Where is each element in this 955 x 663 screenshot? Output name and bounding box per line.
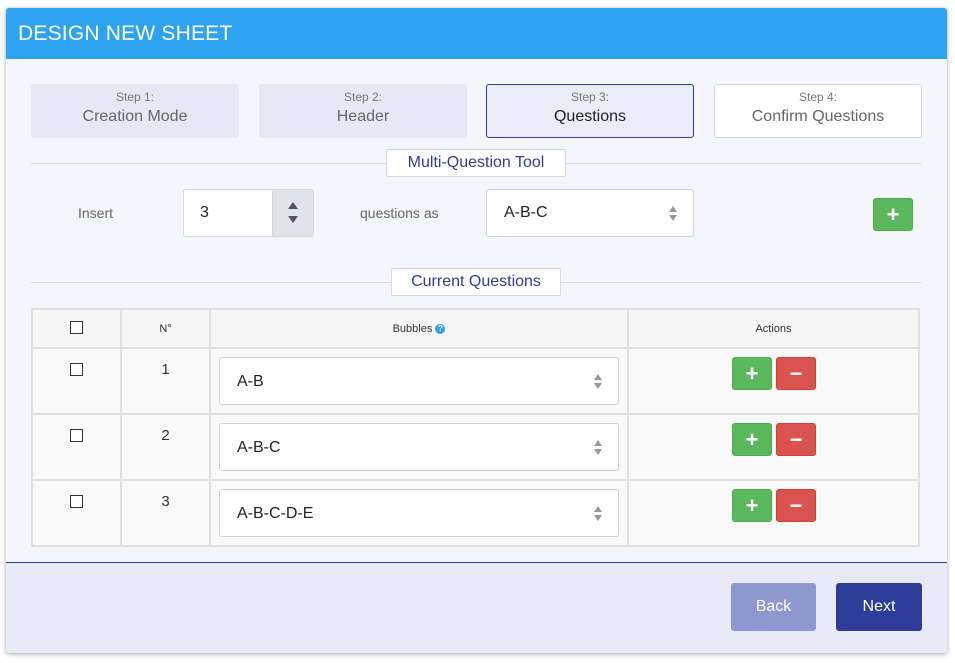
row-number-cell: 3 — [120, 479, 211, 547]
row-bubbles-cell: A-B-C — [209, 413, 629, 481]
minus-icon: − — [789, 426, 803, 452]
remove-row-button[interactable]: − — [776, 357, 816, 390]
row-number-cell: 2 — [120, 413, 211, 481]
questions-table: N° Bubbles ? Actions 1 A-B + − 2 A-B-C +… — [31, 308, 920, 547]
bubbles-header: Bubbles ? — [209, 308, 629, 349]
table-row: 3 A-B-C-D-E + − — [31, 479, 920, 547]
back-button[interactable]: Back — [731, 583, 816, 631]
add-questions-button[interactable]: + — [873, 198, 913, 231]
select-arrows-icon — [594, 440, 604, 456]
row-actions-cell: + − — [627, 479, 920, 547]
row-number: 1 — [161, 361, 170, 378]
modal-footer: Back Next — [6, 562, 947, 653]
wizard-steps: Step 1: Creation Mode Step 2: Header Ste… — [31, 84, 922, 138]
row-bubbles-select[interactable]: A-B-C-D-E — [219, 489, 619, 537]
step-number: Step 3: — [570, 90, 610, 104]
row-checkbox-cell — [31, 479, 122, 547]
spin-down-icon[interactable] — [288, 216, 298, 223]
select-arrows-icon — [669, 206, 679, 222]
actions-header: Actions — [627, 308, 920, 349]
add-row-button[interactable]: + — [732, 357, 772, 390]
bubbles-header-label: Bubbles — [392, 322, 433, 335]
row-number-cell: 1 — [120, 347, 211, 415]
row-bubbles-value: A-B — [237, 373, 264, 390]
table-row: 2 A-B-C + − — [31, 413, 920, 481]
insert-label: Insert — [78, 205, 114, 221]
select-arrows-icon — [594, 374, 604, 390]
step-label: Confirm Questions — [751, 108, 885, 125]
step-confirm-questions[interactable]: Step 4: Confirm Questions — [714, 84, 922, 138]
row-checkbox[interactable] — [70, 363, 83, 376]
add-row-button[interactable]: + — [732, 423, 772, 456]
row-actions-cell: + − — [627, 347, 920, 415]
modal-title: DESIGN NEW SHEET — [18, 21, 233, 45]
row-checkbox[interactable] — [70, 429, 83, 442]
row-checkbox[interactable] — [70, 495, 83, 508]
number-header: N° — [120, 308, 211, 349]
row-bubbles-cell: A-B-C-D-E — [209, 479, 629, 547]
next-button[interactable]: Next — [836, 583, 922, 631]
step-number: Step 1: — [115, 90, 155, 104]
row-bubbles-select[interactable]: A-B-C — [219, 423, 619, 471]
select-all-checkbox[interactable] — [70, 320, 83, 334]
row-checkbox-cell — [31, 347, 122, 415]
table-row: 1 A-B + − — [31, 347, 920, 415]
help-icon[interactable]: ? — [435, 323, 446, 334]
step-number: Step 2: — [343, 90, 383, 104]
current-questions-title: Current Questions — [391, 268, 561, 296]
row-actions-cell: + − — [627, 413, 920, 481]
step-label: Creation Mode — [82, 108, 188, 125]
quantity-stepper[interactable]: 3 — [183, 189, 314, 237]
select-all-cell — [31, 308, 122, 349]
multi-question-tool-title: Multi-Question Tool — [386, 149, 566, 177]
table-header-row: N° Bubbles ? Actions — [31, 308, 920, 349]
minus-icon: − — [789, 492, 803, 518]
step-questions[interactable]: Step 3: Questions — [486, 84, 694, 138]
row-bubbles-select[interactable]: A-B — [219, 357, 619, 405]
row-bubbles-value: A-B-C-D-E — [237, 505, 314, 522]
bubble-type-value: A-B-C — [504, 204, 548, 221]
add-row-button[interactable]: + — [732, 489, 772, 522]
bubble-type-select[interactable]: A-B-C — [486, 189, 694, 237]
minus-icon: − — [789, 360, 803, 386]
design-sheet-modal: DESIGN NEW SHEET Step 1: Creation Mode S… — [6, 8, 947, 653]
step-label: Questions — [553, 108, 627, 125]
questions-as-label: questions as — [360, 205, 439, 221]
spin-up-icon[interactable] — [288, 202, 298, 209]
step-creation-mode[interactable]: Step 1: Creation Mode — [31, 84, 239, 138]
spinner-buttons[interactable] — [272, 190, 313, 236]
row-bubbles-cell: A-B — [209, 347, 629, 415]
step-number: Step 4: — [798, 90, 838, 104]
plus-icon: + — [745, 360, 759, 386]
plus-icon: + — [745, 492, 759, 518]
remove-row-button[interactable]: − — [776, 489, 816, 522]
remove-row-button[interactable]: − — [776, 423, 816, 456]
select-arrows-icon — [594, 506, 604, 522]
modal-header: DESIGN NEW SHEET — [6, 8, 947, 59]
plus-icon: + — [745, 426, 759, 452]
quantity-value: 3 — [200, 204, 209, 221]
row-checkbox-cell — [31, 413, 122, 481]
row-number: 2 — [161, 427, 170, 444]
row-bubbles-value: A-B-C — [237, 439, 281, 456]
plus-icon: + — [886, 201, 900, 227]
row-number: 3 — [161, 493, 170, 510]
step-label: Header — [336, 108, 390, 125]
step-header[interactable]: Step 2: Header — [259, 84, 467, 138]
